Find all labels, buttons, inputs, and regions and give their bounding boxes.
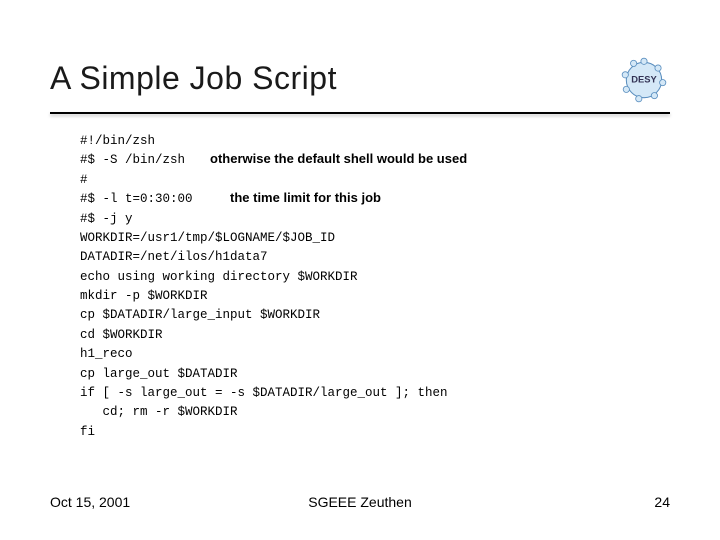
code-line: echo using working directory $WORKDIR xyxy=(80,268,640,287)
footer: SGEEE Zeuthen Oct 15, 2001 24 xyxy=(50,494,670,510)
code-line: h1_reco xyxy=(80,345,640,364)
title-row: A Simple Job Script DESY xyxy=(50,60,670,106)
code-line: mkdir -p $WORKDIR xyxy=(80,287,640,306)
code-line: DATADIR=/net/ilos/h1data7 xyxy=(80,248,640,267)
code-line: WORKDIR=/usr1/tmp/$LOGNAME/$JOB_ID xyxy=(80,229,640,248)
slide: A Simple Job Script DESY #!/bin/zsh #$ -… xyxy=(0,0,720,540)
code-line: cp $DATADIR/large_input $WORKDIR xyxy=(80,306,640,325)
code-line: cp large_out $DATADIR xyxy=(80,365,640,384)
title-underline xyxy=(50,112,670,114)
code-line: #$ -j y xyxy=(80,210,640,229)
annotation-shell: otherwise the default shell would be use… xyxy=(210,149,467,169)
code-text: #$ -S /bin/zsh xyxy=(80,153,185,167)
slide-body: #!/bin/zsh #$ -S /bin/zshotherwise the d… xyxy=(50,132,670,442)
code-line: cd $WORKDIR xyxy=(80,326,640,345)
code-line: if [ -s large_out = -s $DATADIR/large_ou… xyxy=(80,384,640,403)
code-line: cd; rm -r $WORKDIR xyxy=(80,403,640,422)
code-block: #!/bin/zsh #$ -S /bin/zshotherwise the d… xyxy=(80,132,640,442)
code-text: #$ -l t=0:30:00 xyxy=(80,192,193,206)
desy-logo: DESY xyxy=(618,54,670,106)
code-line: fi xyxy=(80,423,640,442)
code-line: #$ -S /bin/zsh otherwise the default shel… xyxy=(80,151,640,170)
code-line: #$ -l t=0:30:00 the time limit for this j… xyxy=(80,190,640,209)
logo-text: DESY xyxy=(631,75,657,85)
slide-title: A Simple Job Script xyxy=(50,60,337,97)
footer-center: SGEEE Zeuthen xyxy=(50,494,670,510)
annotation-timelimit: the time limit for this job xyxy=(230,188,381,208)
